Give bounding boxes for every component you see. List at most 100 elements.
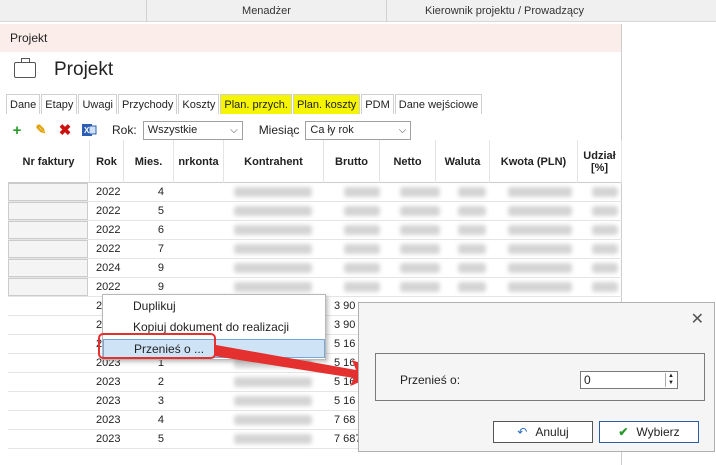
row-stub [8,221,88,239]
redacted-cell [458,244,486,254]
col-kontrahent[interactable]: Kontrahent [224,140,324,183]
cell-rok: 2022 [96,243,121,255]
tab-etapy[interactable]: Etapy [41,94,78,114]
cell-mies: 5 [157,433,164,445]
redacted-cell [234,225,312,235]
redacted-cell [400,263,440,273]
cell-rok: 2023 [96,376,121,388]
select-button[interactable]: ✔ Wybierz [599,421,699,443]
cancel-button[interactable]: ↶ Anuluj [493,421,593,443]
dialog-input-group: Przenieś o: 0 ▲ ▼ [375,353,705,401]
tab-przychody[interactable]: Przychody [118,94,178,114]
month-select-value: Ca ły rok [310,124,354,136]
redacted-cell [234,415,312,425]
annotation-highlight-box [98,333,216,359]
spinner-arrows-icon[interactable]: ▲ ▼ [665,373,676,387]
redacted-cell [234,377,312,387]
edit-pencil-icon[interactable]: ✎ [32,121,50,139]
cell-mies: 3 [157,395,164,407]
page-title: Projekt [54,59,114,80]
col-mies[interactable]: Mies. [124,140,174,183]
redacted-cell [344,263,380,273]
year-label: Rok: [112,123,137,137]
redacted-cell [508,244,572,254]
redacted-cell [458,282,486,292]
redacted-cell [234,282,312,292]
redacted-cell [592,282,618,292]
table-row[interactable]: 2024 9 [8,259,622,278]
redacted-cell [508,225,572,235]
tab-dane-wejsciowe[interactable]: Dane wejściowe [394,94,483,114]
cell-mies: 5 [157,205,164,217]
window-titlebar: Projekt [0,24,621,52]
cancel-button-label: Anuluj [535,425,569,439]
select-button-label: Wybierz [636,425,680,439]
tab-uwagi[interactable]: Uwagi [78,94,118,114]
redacted-cell [458,225,486,235]
cell-rok: 2022 [96,224,121,236]
close-icon[interactable]: ✕ [691,309,704,329]
redacted-cell [344,225,380,235]
cell-rok: 2023 [96,395,121,407]
redacted-cell [508,187,572,197]
table-row[interactable]: 2022 6 [8,221,622,240]
table-row[interactable]: 2022 5 [8,202,622,221]
cell-rok: 2022 [96,205,121,217]
redacted-cell [234,244,312,254]
row-stub [8,240,88,258]
redacted-cell [344,187,380,197]
row-stub [8,278,88,296]
cell-mies: 4 [157,414,164,426]
background-header-bar: Menadżer Kierownik projektu / Prowadzący [0,0,716,22]
redacted-cell [400,187,440,197]
tab-plan-przychody[interactable]: Plan. przych. [220,94,292,114]
cell-rok: 2023 [96,433,121,445]
briefcase-icon [14,58,36,78]
redacted-cell [234,396,312,406]
cell-mies: 6 [157,224,164,236]
delete-icon[interactable]: ✖ [56,121,74,139]
row-stub [8,202,88,220]
cell-mies: 2 [157,376,164,388]
table-row[interactable]: 2022 4 [8,183,622,202]
cell-rok: 2024 [96,262,121,274]
redacted-cell [400,282,440,292]
year-select[interactable]: Wszystkie ⌵ [142,120,243,140]
redacted-cell [344,282,380,292]
move-by-label: Przenieś o: [400,373,461,387]
undo-icon: ↶ [517,425,528,439]
col-brutto[interactable]: Brutto [324,140,380,183]
col-netto[interactable]: Netto [380,140,436,183]
column-manager[interactable]: Menadżer [146,0,386,22]
col-waluta[interactable]: Waluta [436,140,490,183]
table-row[interactable]: 2022 7 [8,240,622,259]
row-stub [8,183,88,201]
cell-mies: 4 [157,186,164,198]
tab-koszty[interactable]: Koszty [178,94,220,114]
redacted-cell [592,187,618,197]
col-udzial[interactable]: Udział [%] [578,140,622,183]
row-stub [8,259,88,277]
tab-pdm[interactable]: PDM [361,94,394,114]
col-rok[interactable]: Rok [90,140,124,183]
month-select[interactable]: Ca ły rok ⌵ [305,120,412,140]
col-kwota[interactable]: Kwota (PLN) [490,140,578,183]
redacted-cell [400,244,440,254]
column-project-manager[interactable]: Kierownik projektu / Prowadzący [386,0,622,22]
toolbar: + ✎ ✖ X Rok: Wszystkie ⌵ Miesiąc Ca ły r… [8,119,622,141]
redacted-cell [592,206,618,216]
table-header: Nr faktury Rok Mies. nrkonta Kontrahent … [8,140,622,183]
cell-rok: 2022 [96,186,121,198]
tab-plan-koszty[interactable]: Plan. koszty [292,94,361,114]
redacted-cell [234,263,312,273]
tab-dane[interactable]: Dane [6,94,41,114]
cell-rok: 2023 [96,414,121,426]
move-by-spinner[interactable]: 0 ▲ ▼ [580,371,678,389]
col-nr-faktury[interactable]: Nr faktury [8,140,90,183]
col-nrkonta[interactable]: nrkonta [174,140,224,183]
add-icon[interactable]: + [8,121,26,139]
window-header: Projekt [0,52,621,88]
excel-export-icon[interactable]: X [80,121,98,139]
menu-item-duplikuj[interactable]: Duplikuj [103,297,325,316]
redacted-cell [400,225,440,235]
